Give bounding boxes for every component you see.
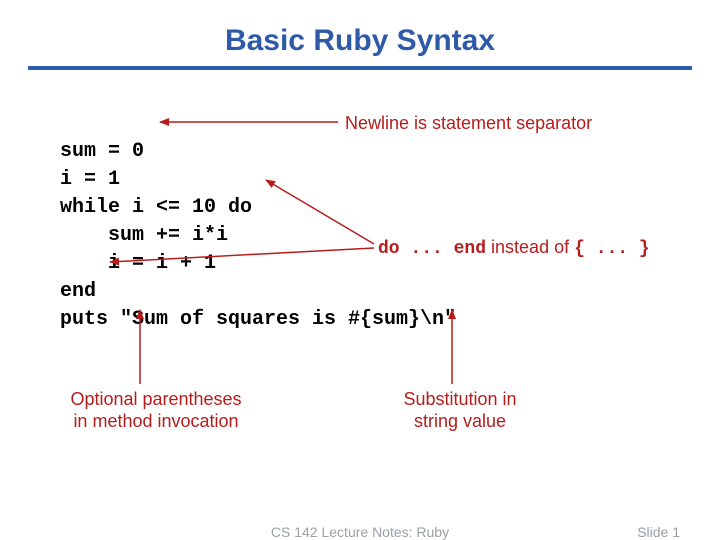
code-line-5: i = i + 1 [60,252,216,275]
annotation-newline: Newline is statement separator [345,112,592,134]
annotation-optional-paren-l1: Optional parentheses [70,389,241,409]
code-block: sum = 0 i = 1 while i <= 10 do sum += i*… [60,110,456,334]
annotation-substitution-l1: Substitution in [403,389,516,409]
annotation-optional-paren-l2: in method invocation [73,411,238,431]
annotation-optional-paren: Optional parentheses in method invocatio… [46,388,266,432]
annotation-do-end-code1: do ... end [378,239,486,259]
annotation-do-end-code2: { ... } [574,239,650,259]
code-line-1: sum = 0 [60,140,144,163]
slide-title: Basic Ruby Syntax [0,0,720,66]
code-line-6: end [60,280,96,303]
title-underline [28,66,692,70]
code-line-4: sum += i*i [60,224,228,247]
code-line-3: while i <= 10 do [60,196,252,219]
annotation-substitution: Substitution in string value [370,388,550,432]
code-line-2: i = 1 [60,168,120,191]
footer-slide-number: Slide 1 [637,524,680,540]
code-line-7: puts "Sum of squares is #{sum}\n" [60,308,456,331]
annotation-do-end: do ... end instead of { ... } [378,236,650,260]
annotation-substitution-l2: string value [414,411,506,431]
annotation-do-end-mid: instead of [486,237,574,257]
footer-center-text: CS 142 Lecture Notes: Ruby [0,524,720,540]
